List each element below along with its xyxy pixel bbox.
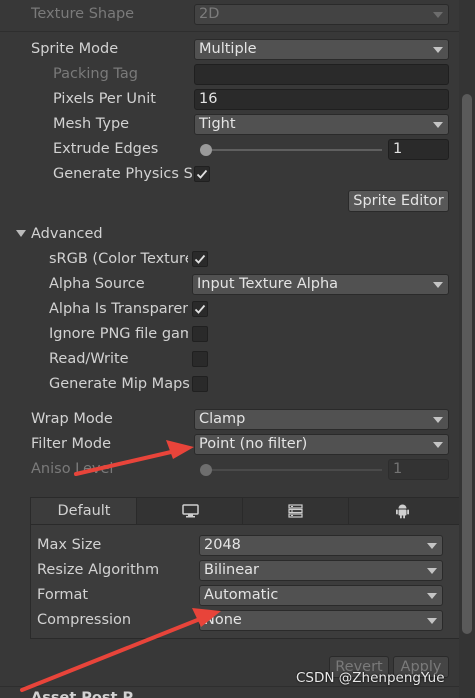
resize-algorithm-value: Bilinear — [204, 562, 259, 578]
tab-server[interactable] — [243, 498, 349, 524]
extrude-edges-slider-track[interactable] — [200, 149, 382, 151]
mesh-type-dropdown[interactable]: Tight — [194, 114, 449, 135]
scrollbar[interactable] — [459, 0, 475, 698]
foldout-arrow-icon[interactable] — [16, 230, 26, 237]
aniso-level-label: Aniso Level — [31, 461, 114, 477]
aniso-level-slider-thumb[interactable] — [200, 464, 212, 476]
packing-tag-label: Packing Tag — [53, 66, 138, 82]
sprite-mode-label: Sprite Mode — [31, 41, 119, 57]
scrollbar-thumb[interactable] — [462, 94, 472, 634]
generate-mipmaps-label: Generate Mip Maps — [49, 376, 190, 392]
sprite-mode-value: Multiple — [199, 41, 257, 57]
texture-shape-dropdown[interactable]: 2D — [194, 4, 449, 25]
checkmark-icon — [196, 169, 208, 179]
format-value: Automatic — [204, 587, 279, 603]
format-dropdown[interactable]: Automatic — [199, 585, 443, 606]
compression-value: None — [204, 612, 242, 628]
pixels-per-unit-field[interactable]: 16 — [194, 89, 449, 110]
format-label: Format — [37, 587, 89, 603]
android-icon — [396, 504, 409, 519]
checkmark-icon — [194, 254, 206, 264]
asset-postprocessor-header[interactable]: Asset Post P... — [31, 688, 191, 698]
monitor-icon — [182, 504, 199, 518]
max-size-label: Max Size — [37, 537, 102, 553]
chevron-down-icon — [433, 282, 443, 288]
chevron-down-icon — [433, 47, 443, 53]
chevron-down-icon — [433, 122, 443, 128]
chevron-down-icon — [433, 417, 443, 423]
read-write-label: Read/Write — [49, 351, 129, 367]
aniso-level-slider-track[interactable] — [200, 469, 382, 471]
filter-mode-dropdown[interactable]: Point (no filter) — [194, 434, 449, 455]
alpha-source-label: Alpha Source — [49, 276, 145, 292]
checkmark-icon — [194, 304, 206, 314]
resize-algorithm-dropdown[interactable]: Bilinear — [199, 560, 443, 581]
chevron-down-icon — [427, 543, 437, 549]
read-write-checkbox[interactable] — [192, 351, 208, 367]
filter-mode-label: Filter Mode — [31, 436, 112, 452]
ignore-png-gamma-checkbox[interactable] — [192, 326, 208, 342]
generate-physics-label: Generate Physics Shape — [53, 166, 194, 182]
alpha-transparency-label: Alpha Is Transparency — [49, 301, 188, 317]
tab-default[interactable]: Default — [31, 498, 137, 524]
extrude-edges-label: Extrude Edges — [53, 141, 159, 157]
compression-dropdown[interactable]: None — [199, 610, 443, 631]
compression-label: Compression — [37, 612, 132, 628]
alpha-transparency-checkbox[interactable] — [192, 301, 208, 317]
texture-shape-label: Texture Shape — [31, 6, 135, 22]
platform-tab-bar: Default — [31, 498, 459, 525]
generate-physics-checkbox[interactable] — [194, 166, 210, 182]
watermark: CSDN @ZhenpengYue — [296, 670, 445, 686]
pixels-per-unit-label: Pixels Per Unit — [53, 91, 156, 107]
chevron-down-icon — [427, 618, 437, 624]
packing-tag-field[interactable] — [194, 64, 449, 85]
srgb-label: sRGB (Color Texture) — [49, 251, 188, 267]
aniso-level-field[interactable]: 1 — [388, 459, 449, 480]
divider — [0, 31, 459, 32]
chevron-down-icon — [427, 593, 437, 599]
sprite-editor-button[interactable]: Sprite Editor — [348, 190, 449, 212]
max-size-dropdown[interactable]: 2048 — [199, 535, 443, 556]
tab-default-label: Default — [57, 503, 111, 519]
texture-shape-value: 2D — [199, 6, 220, 22]
mesh-type-value: Tight — [199, 116, 236, 132]
chevron-down-icon — [427, 568, 437, 574]
generate-mipmaps-checkbox[interactable] — [192, 376, 208, 392]
tab-android[interactable] — [349, 498, 459, 524]
wrap-mode-value: Clamp — [199, 411, 246, 427]
wrap-mode-label: Wrap Mode — [31, 411, 113, 427]
advanced-header[interactable]: Advanced — [31, 224, 191, 244]
ignore-png-gamma-label: Ignore PNG file gamma — [49, 326, 188, 342]
alpha-source-value: Input Texture Alpha — [197, 276, 339, 292]
chevron-down-icon — [433, 442, 443, 448]
chevron-down-icon — [433, 12, 443, 18]
max-size-value: 2048 — [204, 537, 241, 553]
sprite-mode-dropdown[interactable]: Multiple — [194, 39, 449, 60]
alpha-source-dropdown[interactable]: Input Texture Alpha — [192, 274, 449, 295]
extrude-edges-slider-thumb[interactable] — [200, 144, 212, 156]
srgb-checkbox[interactable] — [192, 251, 208, 267]
mesh-type-label: Mesh Type — [53, 116, 130, 132]
extrude-edges-field[interactable]: 1 — [388, 139, 449, 160]
resize-algorithm-label: Resize Algorithm — [37, 562, 160, 578]
wrap-mode-dropdown[interactable]: Clamp — [194, 409, 449, 430]
filter-mode-value: Point (no filter) — [199, 436, 308, 452]
server-icon — [288, 504, 303, 518]
tab-standalone[interactable] — [137, 498, 243, 524]
